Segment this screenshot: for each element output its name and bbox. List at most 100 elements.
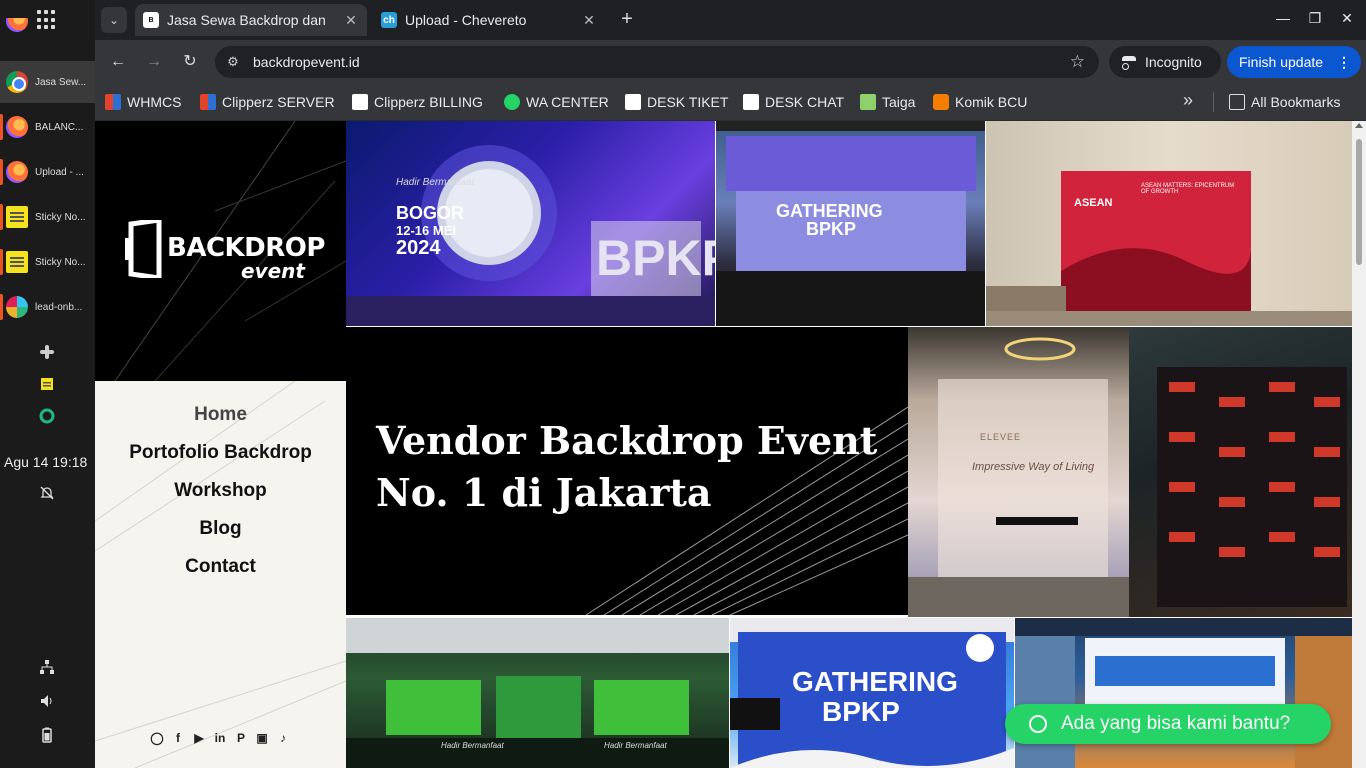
whatsapp-chat-button[interactable]: Ada yang bisa kami bantu? bbox=[1005, 704, 1331, 744]
slack-icon bbox=[6, 296, 28, 318]
youtube-icon[interactable]: ▶ bbox=[192, 731, 206, 745]
bookmark-label: DESK CHAT bbox=[765, 94, 845, 110]
nav-blog[interactable]: Blog bbox=[95, 515, 346, 553]
bookmark-clipperz-billing[interactable]: Clipperz BILLING bbox=[352, 92, 483, 112]
facebook-icon[interactable]: f bbox=[171, 731, 185, 745]
logo-subword: event bbox=[241, 259, 305, 283]
running-indicator bbox=[0, 159, 3, 185]
bookmark-komik-bcu[interactable]: Komik BCU bbox=[933, 92, 1027, 112]
backdrop-logo-mark bbox=[125, 220, 162, 278]
desk-icon bbox=[625, 94, 641, 110]
instagram-icon[interactable]: ▣ bbox=[255, 731, 269, 745]
sticky-notes-icon bbox=[6, 206, 28, 228]
bookmark-desk-chat[interactable]: DESK CHAT bbox=[743, 92, 844, 112]
bookmark-label: DESK TIKET bbox=[647, 94, 729, 110]
tab-title: Upload - Chevereto bbox=[405, 12, 527, 28]
bookmark-taiga[interactable]: Taiga bbox=[860, 92, 915, 112]
back-button[interactable]: ← bbox=[106, 50, 130, 74]
hero-title-line1: Vendor Backdrop Event bbox=[376, 418, 878, 463]
close-window-icon[interactable]: ✕ bbox=[1337, 10, 1357, 30]
gallery-photo-green-stage[interactable]: Hadir Bermanfaat Hadir Bermanfaat bbox=[346, 618, 729, 768]
address-bar[interactable]: ⚙ backdropevent.id ☆ bbox=[215, 46, 1099, 78]
nav-contact[interactable]: Contact bbox=[95, 553, 346, 591]
tiktok-icon[interactable]: ♪ bbox=[276, 731, 290, 745]
running-indicator bbox=[0, 204, 3, 230]
gallery-photo-conference[interactable] bbox=[1015, 618, 1352, 768]
photo-caption: ASEAN MATTERS: EPICENTRUM OF GROWTH bbox=[1141, 183, 1235, 195]
volume-icon[interactable] bbox=[39, 693, 55, 709]
nav-home[interactable]: Home bbox=[95, 401, 346, 439]
dock-item-firefox-upload[interactable]: Upload - ... bbox=[0, 151, 95, 193]
dock-item-chrome[interactable]: Jasa Sew... bbox=[0, 61, 95, 103]
url-text[interactable]: backdropevent.id bbox=[253, 54, 360, 70]
new-tab-button[interactable]: + bbox=[615, 8, 639, 32]
minimize-icon[interactable]: — bbox=[1273, 10, 1293, 30]
dock-item-label: Sticky No... bbox=[35, 256, 86, 268]
finish-update-label: Finish update bbox=[1239, 54, 1324, 70]
bookmark-wa-center[interactable]: WA CENTER bbox=[504, 92, 609, 112]
photo-caption: BPKP bbox=[806, 219, 857, 239]
clock[interactable]: Agu 14 19:18 bbox=[4, 454, 87, 470]
dock-item-label: BALANC... bbox=[35, 121, 84, 133]
gallery-photo-step-repeat[interactable] bbox=[1129, 327, 1352, 617]
bookmark-whmcs[interactable]: WHMCS bbox=[105, 92, 181, 112]
close-icon[interactable]: ✕ bbox=[343, 12, 359, 29]
nav-workshop[interactable]: Workshop bbox=[95, 477, 346, 515]
gallery-photo-bpkp[interactable]: Hadir Bermanfaat BOGOR 12-16 MEI 2024 BP… bbox=[346, 121, 715, 326]
photo-caption: Impressive Way of Living bbox=[972, 461, 1095, 473]
restore-icon[interactable]: ❐ bbox=[1305, 10, 1325, 30]
whatsapp-cta-label: Ada yang bisa kami bantu? bbox=[1061, 713, 1291, 734]
tab-chevereto[interactable]: ch Upload - Chevereto ✕ bbox=[373, 4, 605, 36]
dock-item-label: lead-onb... bbox=[35, 301, 83, 313]
close-icon[interactable]: ✕ bbox=[581, 12, 597, 29]
scrollbar-thumb[interactable] bbox=[1356, 139, 1362, 265]
battery-icon[interactable] bbox=[39, 727, 55, 743]
site-info-icon[interactable]: ⚙ bbox=[225, 54, 241, 70]
photo-caption: BPKP bbox=[822, 696, 900, 727]
slack-tray-icon[interactable] bbox=[39, 344, 55, 360]
photo-art bbox=[1015, 618, 1352, 768]
nav-portofolio[interactable]: Portofolio Backdrop bbox=[95, 439, 346, 477]
gallery-photo-asean[interactable]: ASEAN ASEAN MATTERS: EPICENTRUM OF GROWT… bbox=[986, 121, 1352, 326]
notifications-off-icon[interactable] bbox=[39, 485, 55, 501]
bookmark-clipperz-server[interactable]: Clipperz SERVER bbox=[200, 92, 335, 112]
dock-item-sticky-1[interactable]: Sticky No... bbox=[0, 196, 95, 238]
bookmark-desk-tiket[interactable]: DESK TIKET bbox=[625, 92, 728, 112]
scroll-up-arrow-icon[interactable] bbox=[1355, 123, 1363, 128]
chevereto-favicon-icon: ch bbox=[381, 12, 397, 28]
dock-item-partial[interactable] bbox=[0, 18, 95, 38]
sticky-notes-icon bbox=[6, 251, 28, 273]
dock-item-label: Jasa Sew... bbox=[35, 76, 87, 88]
bookmark-label: WA CENTER bbox=[526, 94, 609, 110]
dock-item-slack[interactable]: lead-onb... bbox=[0, 286, 95, 328]
dock-item-firefox[interactable]: BALANC... bbox=[0, 106, 95, 148]
finish-update-button[interactable]: Finish update ⋮ bbox=[1227, 46, 1361, 78]
gallery-photo-gathering-stage[interactable]: GATHERING BPKP bbox=[716, 121, 985, 326]
tab-search-button[interactable]: ⌄ bbox=[101, 7, 127, 33]
all-bookmarks[interactable]: All Bookmarks bbox=[1229, 92, 1340, 112]
tab-backdrop-event[interactable]: B Jasa Sewa Backdrop dan ✕ bbox=[135, 4, 367, 36]
dock-item-sticky-2[interactable]: Sticky No... bbox=[0, 241, 95, 283]
bookmark-star-icon[interactable]: ☆ bbox=[1070, 52, 1085, 72]
whatsapp-icon[interactable]: ◯ bbox=[150, 731, 164, 745]
network-icon[interactable] bbox=[39, 659, 55, 675]
sticky-tray-icon[interactable] bbox=[39, 376, 55, 392]
os-dock: Jasa Sew... BALANC... Upload - ... Stick… bbox=[0, 0, 95, 768]
page-scrollbar[interactable] bbox=[1352, 121, 1366, 768]
gallery-photo-elevee[interactable]: ELEVEE Impressive Way of Living bbox=[908, 327, 1129, 617]
linkedin-icon[interactable]: in bbox=[213, 731, 227, 745]
running-indicator bbox=[0, 249, 3, 275]
tab-strip: ⌄ B Jasa Sewa Backdrop dan ✕ ch Upload -… bbox=[95, 0, 1366, 40]
pinterest-icon[interactable]: P bbox=[234, 731, 248, 745]
reload-button[interactable]: ↻ bbox=[178, 50, 202, 74]
social-links: ◯ f ▶ in P ▣ ♪ bbox=[150, 731, 290, 745]
forward-button[interactable]: → bbox=[142, 50, 166, 74]
incognito-indicator[interactable]: Incognito bbox=[1109, 46, 1221, 78]
clipperz-billing-icon bbox=[352, 94, 368, 110]
gallery-photo-gathering-bpkp[interactable]: GATHERING BPKP bbox=[730, 618, 1014, 768]
photo-caption: ASEAN bbox=[1074, 197, 1113, 209]
chevron-double-right-icon[interactable]: » bbox=[1183, 90, 1193, 111]
taiga-icon bbox=[860, 94, 876, 110]
photo-caption: BOGOR bbox=[396, 203, 465, 223]
recycle-tray-icon[interactable] bbox=[39, 408, 55, 424]
